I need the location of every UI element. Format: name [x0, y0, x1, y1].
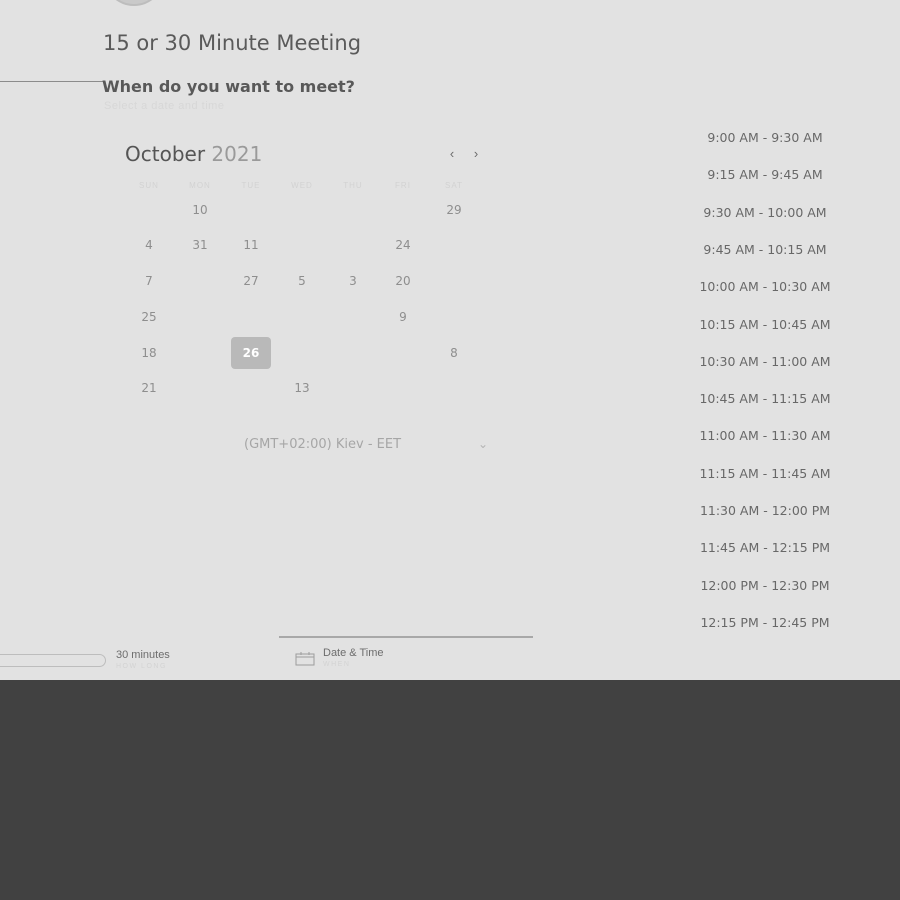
calendar-day[interactable]: 24 — [383, 229, 423, 261]
divider — [0, 81, 103, 82]
calendar-day[interactable]: 13 — [282, 372, 322, 404]
time-slot[interactable]: 9:15 AM - 9:45 AM — [685, 167, 845, 182]
time-slot[interactable]: 10:30 AM - 11:00 AM — [685, 354, 845, 369]
time-slot[interactable]: 9:00 AM - 9:30 AM — [685, 130, 845, 145]
calendar-day[interactable]: 4 — [129, 229, 169, 261]
weekday-label: MON — [189, 181, 211, 190]
weekday-label: THU — [343, 181, 363, 190]
next-month-button[interactable]: › — [468, 146, 484, 162]
calendar-day[interactable]: 7 — [129, 265, 169, 297]
duration-step-subtitle: HOW LONG — [116, 663, 167, 670]
datetime-step-title: Date & Time — [323, 647, 384, 659]
active-step-indicator — [279, 636, 533, 638]
time-slot[interactable]: 12:00 PM - 12:30 PM — [685, 578, 845, 593]
time-slot[interactable]: 11:00 AM - 11:30 AM — [685, 428, 845, 443]
timezone-select[interactable]: (GMT+02:00) Kiev - EET — [244, 437, 401, 452]
calendar-day[interactable]: 10 — [180, 194, 220, 226]
calendar-day[interactable]: 3 — [333, 265, 373, 297]
date-question: When do you want to meet? — [102, 77, 355, 96]
weekday-label: FRI — [395, 181, 411, 190]
avatar — [105, 0, 163, 6]
year-label: 2021 — [211, 142, 263, 166]
calendar-icon — [295, 652, 315, 666]
calendar-day[interactable]: 29 — [434, 194, 474, 226]
calendar-day[interactable]: 9 — [383, 301, 423, 333]
chevron-left-icon: ‹ — [449, 146, 455, 161]
calendar-day-selected[interactable]: 26 — [231, 337, 271, 369]
time-slot[interactable]: 10:15 AM - 10:45 AM — [685, 317, 845, 332]
scheduling-panel: 15 or 30 Minute Meeting When do you want… — [0, 0, 900, 680]
chevron-right-icon: › — [473, 146, 479, 161]
calendar-day[interactable]: 21 — [129, 372, 169, 404]
duration-step-pill — [0, 654, 106, 667]
time-slot[interactable]: 10:00 AM - 10:30 AM — [685, 279, 845, 294]
prev-month-button[interactable]: ‹ — [444, 146, 460, 162]
calendar-day[interactable]: 27 — [231, 265, 271, 297]
time-slot[interactable]: 12:15 PM - 12:45 PM — [685, 615, 845, 630]
calendar-day[interactable]: 31 — [180, 229, 220, 261]
duration-step-title: 30 minutes — [116, 649, 170, 661]
time-slot[interactable]: 11:30 AM - 12:00 PM — [685, 503, 845, 518]
weekday-label: WED — [291, 181, 313, 190]
calendar-day[interactable]: 5 — [282, 265, 322, 297]
datetime-step-subtitle: WHEN — [323, 661, 351, 668]
meeting-title: 15 or 30 Minute Meeting — [103, 31, 362, 55]
calendar-day[interactable]: 8 — [434, 337, 474, 369]
chevron-down-icon: ⌄ — [478, 437, 489, 451]
time-slot[interactable]: 10:45 AM - 11:15 AM — [685, 391, 845, 406]
time-slot[interactable]: 9:45 AM - 10:15 AM — [685, 242, 845, 257]
month-label: October — [125, 142, 206, 166]
weekday-label: SAT — [445, 181, 463, 190]
time-slot[interactable]: 11:45 AM - 12:15 PM — [685, 540, 845, 555]
month-year-heading: October 2021 — [125, 142, 262, 166]
weekday-label: SUN — [139, 181, 159, 190]
calendar-day[interactable]: 25 — [129, 301, 169, 333]
calendar-day[interactable]: 20 — [383, 265, 423, 297]
calendar-day[interactable]: 11 — [231, 229, 271, 261]
date-hint: Select a date and time — [104, 100, 225, 112]
weekday-label: TUE — [241, 181, 261, 190]
time-slot[interactable]: 9:30 AM - 10:00 AM — [685, 205, 845, 220]
calendar-day[interactable]: 18 — [129, 337, 169, 369]
time-slot[interactable]: 11:15 AM - 11:45 AM — [685, 466, 845, 481]
